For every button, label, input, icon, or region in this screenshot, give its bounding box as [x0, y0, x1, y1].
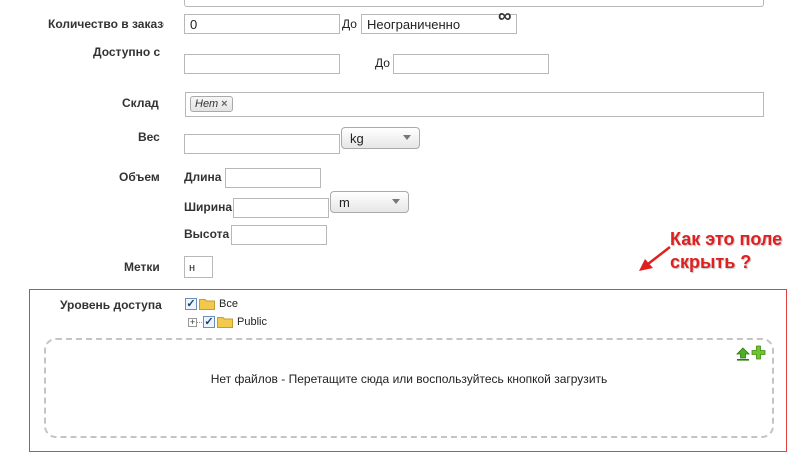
available-to-label: До: [375, 56, 390, 70]
volume-unit-select[interactable]: m: [330, 191, 409, 213]
annotation-line-1: Как это поле: [670, 229, 783, 249]
order-quantity-to-label: До: [342, 17, 357, 31]
chevron-down-icon: [392, 199, 400, 204]
previous-field-bottom: [184, 0, 764, 7]
access-level-label: Уровень доступа: [60, 298, 162, 312]
weight-input[interactable]: [184, 134, 340, 154]
height-label: Высота: [184, 227, 230, 241]
volume-unit-value: m: [339, 195, 350, 210]
tree-item-public-label[interactable]: Public: [237, 316, 267, 328]
order-quantity-from-input[interactable]: 0: [184, 14, 340, 34]
tree-checkbox-public[interactable]: ✓: [203, 316, 215, 328]
available-from-label: Доступно с: [93, 45, 161, 59]
tags-input[interactable]: н: [184, 256, 213, 278]
warehouse-label: Склад: [122, 96, 159, 110]
file-dropzone[interactable]: Нет файлов - Перетащите сюда или восполь…: [44, 338, 774, 438]
add-plus-icon[interactable]: [751, 345, 766, 360]
weight-unit-select[interactable]: kg: [341, 127, 420, 149]
warehouse-multiselect[interactable]: Нет ×: [185, 92, 764, 117]
width-input[interactable]: [233, 198, 329, 218]
volume-label: Объем: [119, 170, 160, 184]
warehouse-tag-label: Нет: [195, 98, 219, 110]
tags-input-value: н: [189, 262, 196, 274]
chevron-down-icon: [403, 135, 411, 140]
tree-connector: [197, 322, 202, 323]
annotation-arrow-icon: [639, 246, 671, 271]
available-to-input[interactable]: [393, 54, 549, 74]
length-label: Длина: [184, 170, 222, 184]
weight-unit-value: kg: [350, 131, 364, 146]
available-from-input[interactable]: [184, 54, 340, 74]
tree-checkbox-all[interactable]: ✓: [185, 298, 197, 310]
tree-item-all-label[interactable]: Все: [219, 298, 238, 310]
annotation-line-2: скрыть ?: [670, 252, 752, 272]
order-quantity-to-value: Неограниченно: [367, 17, 461, 32]
length-input[interactable]: [225, 168, 321, 188]
folder-icon: [217, 317, 233, 328]
width-label: Ширина: [184, 200, 233, 214]
order-quantity-label: Количество в заказе: [48, 17, 164, 31]
tree-expand-icon[interactable]: +: [188, 318, 197, 327]
upload-arrow-icon[interactable]: [736, 347, 750, 361]
weight-label: Вес: [138, 130, 160, 144]
height-input[interactable]: [231, 225, 327, 245]
infinity-icon[interactable]: ∞: [498, 6, 512, 28]
order-quantity-to-input[interactable]: Неограниченно: [361, 14, 517, 34]
tags-label: Метки: [124, 260, 160, 274]
folder-icon: [199, 299, 215, 310]
dropzone-message: Нет файлов - Перетащите сюда или восполь…: [210, 372, 608, 386]
tag-remove-icon[interactable]: ×: [221, 98, 227, 110]
warehouse-tag[interactable]: Нет ×: [190, 96, 233, 112]
